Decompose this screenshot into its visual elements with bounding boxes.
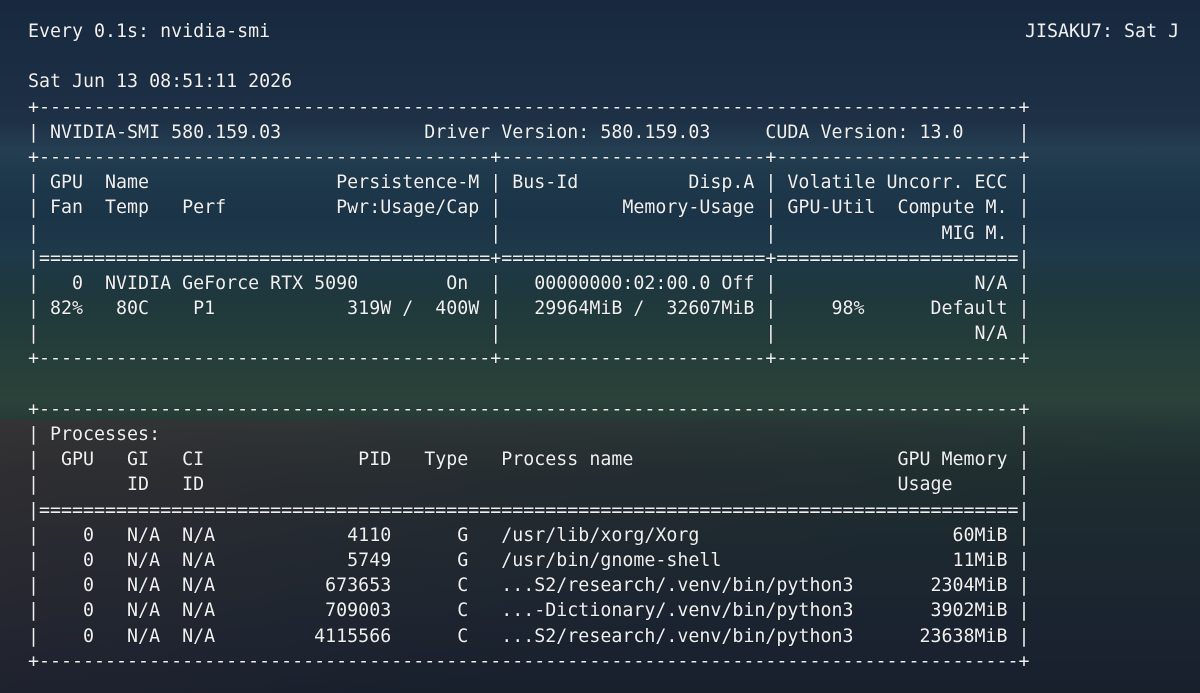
processes-border-top: +---------------------------------------…	[28, 398, 1030, 420]
process-row: | 0 N/A N/A 5749 G /usr/bin/gnome-shell …	[28, 549, 1030, 571]
processes-header-1: | GPU GI CI PID Type Process name GPU Me…	[28, 449, 1030, 471]
processes-title: | Processes: |	[28, 424, 1030, 445]
gpu-table-border-bottom: +---------------------------------------…	[28, 348, 1030, 370]
process-row: | 0 N/A N/A 4115566 C ...S2/research/.ve…	[28, 625, 1030, 647]
gpu-table-separator: +---------------------------------------…	[28, 146, 1030, 168]
processes-double-rule: |=======================================…	[28, 499, 1030, 521]
gpu-column-header-3: | | | MIG M. |	[28, 222, 1030, 244]
gpu-row-2: | 82% 80C P1 319W / 400W | 29964MiB / 32…	[28, 298, 1030, 320]
gpu-table-border-top: +---------------------------------------…	[28, 96, 1030, 118]
terminal-output[interactable]: Every 0.1s: nvidia-smi Sat Jun 13 08:51:…	[28, 19, 1030, 674]
gpu-row-3: | | | N/A |	[28, 323, 1030, 345]
watch-host-time: JISAKU7: Sat J	[1025, 21, 1180, 42]
timestamp: Sat Jun 13 08:51:11 2026	[28, 71, 293, 93]
gpu-column-header-2: | Fan Temp Perf Pwr:Usage/Cap | Memory-U…	[28, 197, 1030, 219]
process-row: | 0 N/A N/A 673653 C ...S2/research/.ven…	[28, 575, 1030, 597]
smi-version-line: | NVIDIA-SMI 580.159.03 Driver Version: …	[28, 121, 1030, 143]
gpu-table-double-rule: |=======================================…	[28, 247, 1030, 269]
gpu-row-1: | 0 NVIDIA GeForce RTX 5090 On | 0000000…	[28, 272, 1030, 294]
process-row: | 0 N/A N/A 4110 G /usr/lib/xorg/Xorg 60…	[28, 524, 1030, 546]
processes-border-bottom: +---------------------------------------…	[28, 650, 1030, 672]
watch-command: Every 0.1s: nvidia-smi	[28, 21, 271, 42]
gpu-column-header-1: | GPU Name Persistence-M | Bus-Id Disp.A…	[28, 172, 1030, 194]
process-row: | 0 N/A N/A 709003 C ...-Dictionary/.ven…	[28, 600, 1030, 622]
processes-header-2: | ID ID Usage |	[28, 474, 1030, 496]
